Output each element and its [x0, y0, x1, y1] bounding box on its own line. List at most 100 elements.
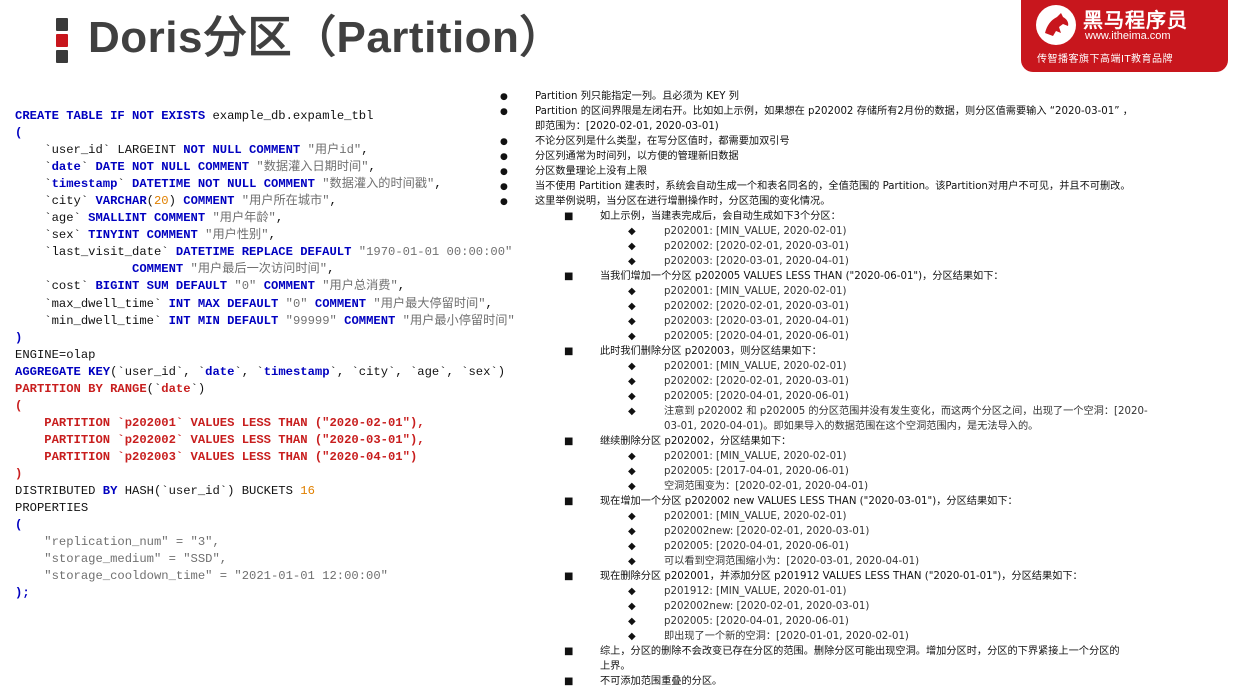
code-token: DATETIME REPLACE DEFAULT — [175, 245, 359, 260]
note-text: p202005: [2020-04-01, 2020-06-01) — [664, 616, 849, 627]
note-line: ◆ p202005: [2017-04-01, 2020-06-01) — [498, 465, 1243, 479]
note-text: 现在删除分区 p202001，并添加分区 p201912 VALUES LESS… — [600, 571, 1083, 582]
bullet-diamond-icon: ◆ — [628, 481, 636, 492]
note-line: ■ 此时我们删除分区 p202003，则分区结果如下： — [498, 345, 1243, 359]
bullet-square-icon: ■ — [564, 346, 574, 357]
code-line: PARTITION BY RANGE(`date`) — [15, 381, 515, 398]
note-line: ◆ p202005: [2020-04-01, 2020-06-01) — [498, 330, 1243, 344]
code-token: PARTITION `p202002` VALUES LESS THAN ("2… — [15, 432, 425, 447]
code-line: "replication_num" = "3", — [15, 534, 515, 551]
code-token: NOT NULL COMMENT — [183, 143, 308, 158]
code-token: TINYINT COMMENT — [88, 228, 206, 243]
code-line: ) — [15, 466, 515, 483]
code-token: date — [161, 381, 191, 396]
note-text: p202001: [MIN_VALUE, 2020-02-01) — [664, 511, 847, 522]
code-token: , — [329, 194, 337, 209]
note-line: ◆ p202003: [2020-03-01, 2020-04-01) — [498, 255, 1243, 269]
bullet-square-icon: ■ — [564, 271, 574, 282]
brand-name: 黑马程序员 — [1083, 8, 1188, 32]
code-token: ENGINE=olap — [15, 347, 96, 362]
note-text: p202005: [2020-04-01, 2020-06-01) — [664, 331, 849, 342]
note-line: ◆ p202003: [2020-03-01, 2020-04-01) — [498, 315, 1243, 329]
code-token: date — [51, 160, 81, 175]
bullet-diamond-icon: ◆ — [628, 541, 636, 552]
bullet-diamond-icon: ◆ — [628, 361, 636, 372]
code-token: "用户总消费" — [322, 279, 398, 294]
code-token: , — [268, 228, 276, 243]
note-text: 不论分区列是什么类型，在写分区值时，都需要加双引号 — [535, 136, 790, 147]
note-text: p202002new: [2020-02-01, 2020-03-01) — [664, 601, 870, 612]
note-text: p202005: [2020-04-01, 2020-06-01) — [664, 391, 849, 402]
code-token: `last_visit_date` — [15, 245, 176, 260]
code-token: HASH(`user_id`) BUCKETS — [124, 484, 301, 499]
code-token: ) — [15, 330, 23, 345]
code-token: "数据灌入日期时间" — [256, 160, 369, 175]
code-token: , — [275, 211, 284, 226]
code-token: `min_dwell_time` — [15, 313, 169, 328]
code-token: ( — [15, 126, 23, 141]
note-line: ◆ p202002new: [2020-02-01, 2020-03-01) — [498, 600, 1243, 614]
note-line: 03-01, 2020-04-01)。即如果导入的数据范围在这个空洞范围内，是无… — [498, 420, 1243, 434]
bullet-diamond-icon: ◆ — [628, 226, 636, 237]
bullet-diamond-icon: ◆ — [628, 556, 636, 567]
code-token: ) — [15, 466, 23, 481]
code-token: timestamp — [263, 364, 330, 379]
note-line: ◆ p202005: [2020-04-01, 2020-06-01) — [498, 390, 1243, 404]
note-line: ● Partition 的区间界限是左闭右开。比如如上示例，如果想在 p20200… — [498, 105, 1243, 119]
note-text: 如上示例，当建表完成后，会自动生成如下3个分区： — [600, 211, 841, 222]
code-line: ( — [15, 517, 515, 534]
bullet-dot-icon: ● — [500, 107, 508, 117]
code-token: COMMENT — [263, 279, 323, 294]
bullet-diamond-icon: ◆ — [628, 301, 636, 312]
code-token: "用户id" — [307, 143, 362, 158]
code-token: `, ` — [234, 364, 264, 379]
note-text: 上界。 — [600, 661, 631, 672]
bullet-square-icon: ■ — [564, 496, 574, 507]
code-line: PARTITION `p202002` VALUES LESS THAN ("2… — [15, 432, 515, 449]
bullet-dot-icon: ● — [500, 92, 508, 102]
note-line: ■ 如上示例，当建表完成后，会自动生成如下3个分区： — [498, 210, 1243, 224]
bullet-diamond-icon: ◆ — [628, 631, 636, 642]
code-line: `min_dwell_time` INT MIN DEFAULT "99999"… — [15, 313, 515, 330]
accent-square-red — [56, 34, 68, 47]
code-token: `) — [190, 381, 206, 396]
note-text: p202003: [2020-03-01, 2020-04-01) — [664, 256, 849, 267]
bullet-diamond-icon: ◆ — [628, 511, 636, 522]
code-token: , — [485, 296, 493, 311]
note-text: 这里举例说明，当分区在进行增删操作时，分区范围的变化情况。 — [535, 196, 831, 207]
note-text: 注意到 p202002 和 p202005 的分区范围并没有发生变化，而这两个分… — [664, 406, 1148, 417]
note-text: 当我们增加一个分区 p202005 VALUES LESS THAN ("202… — [600, 271, 1004, 282]
code-line: `city` VARCHAR(20) COMMENT "用户所在城市", — [15, 193, 515, 210]
note-line: ● 这里举例说明，当分区在进行增删操作时，分区范围的变化情况。 — [498, 195, 1243, 209]
note-line: ◆ p202005: [2020-04-01, 2020-06-01) — [498, 615, 1243, 629]
code-token: `, `city`, `age`, `sex`) — [329, 364, 506, 379]
brand-url: www.itheima.com — [1085, 30, 1171, 42]
note-line: ■ 继续删除分区 p202002，分区结果如下： — [498, 435, 1243, 449]
brand-logo: 黑马程序员 www.itheima.com 传智播客旗下高端IT教育品牌 — [1021, 0, 1228, 72]
note-line: ◆ p202001: [MIN_VALUE, 2020-02-01) — [498, 450, 1243, 464]
bullet-dot-icon: ● — [500, 137, 508, 147]
note-line: ◆ p202002: [2020-02-01, 2020-03-01) — [498, 300, 1243, 314]
note-text: p202005: [2017-04-01, 2020-06-01) — [664, 466, 849, 477]
brand-slogan: 传智播客旗下高端IT教育品牌 — [1037, 54, 1174, 65]
note-text: 综上，分区的删除不会改变已存在分区的范围。删除分区可能出现空洞。增加分区时，分区… — [600, 646, 1120, 657]
code-token: CREATE TABLE IF NOT EXISTS — [15, 109, 213, 123]
code-line: `last_visit_date` DATETIME REPLACE DEFAU… — [15, 244, 515, 261]
code-line: "storage_cooldown_time" = "2021-01-01 12… — [15, 568, 515, 585]
note-line: ● Partition 列只能指定一列。且必须为 KEY 列 — [498, 90, 1243, 104]
note-text: 空洞范围变为：[2020-02-01, 2020-04-01) — [664, 481, 869, 492]
code-line: CREATE TABLE IF NOT EXISTS example_db.ex… — [15, 108, 515, 125]
note-line: ● 分区列通常为时间列，以方便的管理新旧数据 — [498, 150, 1243, 164]
note-line: ● 当不使用 Partition 建表时，系统会自动生成一个和表名同名的，全值范围… — [498, 180, 1243, 194]
code-token: ` — [117, 177, 133, 192]
code-token: ` — [15, 177, 52, 192]
page-title: Doris分区（Partition） — [88, 13, 564, 62]
code-token: , — [327, 262, 335, 277]
code-token: `age` — [15, 211, 89, 226]
code-token: PROPERTIES — [15, 501, 89, 516]
note-line: ● 不论分区列是什么类型，在写分区值时，都需要加双引号 — [498, 135, 1243, 149]
code-token: DISTRIBUTED — [15, 484, 103, 499]
bullet-dot-icon: ● — [500, 197, 508, 207]
bullet-square-icon: ■ — [564, 211, 574, 222]
